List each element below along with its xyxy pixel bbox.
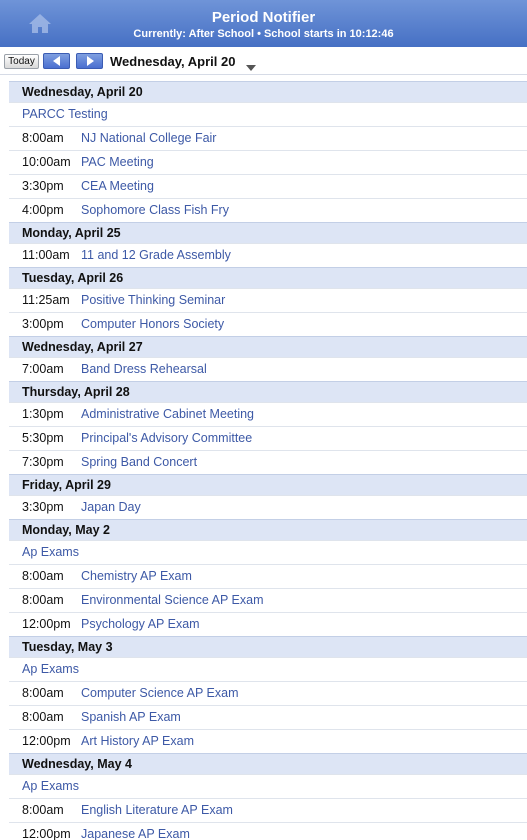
event-row[interactable]: 3:30pm CEA Meeting — [9, 174, 527, 198]
agenda-list: Wednesday, April 20 PARCC Testing 8:00am NJ… — [9, 81, 527, 840]
event-time: 8:00am — [22, 710, 64, 724]
event-time: 7:30pm — [22, 455, 64, 469]
event-time: 10:00am — [22, 155, 71, 169]
event-title[interactable]: Ap Exams — [22, 545, 79, 559]
day-header: Monday, May 2 — [9, 519, 527, 540]
event-row[interactable]: 12:00pm Art History AP Exam — [9, 729, 527, 753]
event-time: 4:00pm — [22, 203, 64, 217]
event-title[interactable]: Computer Honors Society — [81, 317, 224, 331]
previous-button[interactable] — [43, 53, 70, 69]
event-title[interactable]: Ap Exams — [22, 662, 79, 676]
event-title[interactable]: Ap Exams — [22, 779, 79, 793]
event-title[interactable]: Japan Day — [81, 500, 141, 514]
event-title[interactable]: PAC Meeting — [81, 155, 154, 169]
event-row[interactable]: 8:00am English Literature AP Exam — [9, 798, 527, 822]
event-title[interactable]: Spanish AP Exam — [81, 710, 181, 724]
event-row[interactable]: 11:00am 11 and 12 Grade Assembly — [9, 243, 527, 267]
day-header: Tuesday, April 26 — [9, 267, 527, 288]
event-title[interactable]: Sophomore Class Fish Fry — [81, 203, 229, 217]
event-time: 12:00pm — [22, 734, 71, 748]
event-row[interactable]: 3:30pm Japan Day — [9, 495, 527, 519]
event-time: 3:30pm — [22, 500, 64, 514]
app-title: Period Notifier — [211, 9, 316, 26]
event-row[interactable]: 8:00am Environmental Science AP Exam — [9, 588, 527, 612]
event-row[interactable]: 8:00am Computer Science AP Exam — [9, 681, 527, 705]
event-title[interactable]: CEA Meeting — [81, 179, 154, 193]
event-time: 8:00am — [22, 593, 64, 607]
current-date-label[interactable]: Wednesday, April 20 — [110, 54, 235, 69]
event-row[interactable]: Ap Exams — [9, 540, 527, 564]
event-row[interactable]: 7:30pm Spring Band Concert — [9, 450, 527, 474]
day-header: Wednesday, April 27 — [9, 336, 527, 357]
event-row[interactable]: 7:00am Band Dress Rehearsal — [9, 357, 527, 381]
day-header: Wednesday, April 20 — [9, 81, 527, 102]
event-time: 11:25am — [22, 293, 70, 307]
event-time: 1:30pm — [22, 407, 64, 421]
event-time: 5:30pm — [22, 431, 64, 445]
day-header: Wednesday, May 4 — [9, 753, 527, 774]
triangle-left-icon — [52, 56, 60, 66]
event-title[interactable]: NJ National College Fair — [81, 131, 216, 145]
event-time: 8:00am — [22, 686, 64, 700]
next-button[interactable] — [76, 53, 103, 69]
event-title[interactable]: Principal's Advisory Committee — [81, 431, 252, 445]
calendar-toolbar: Today Wednesday, April 20 — [0, 47, 527, 75]
day-header: Friday, April 29 — [9, 474, 527, 495]
triangle-right-icon — [86, 56, 94, 66]
event-title[interactable]: Japanese AP Exam — [81, 827, 190, 840]
event-row[interactable]: 11:25am Positive Thinking Seminar — [9, 288, 527, 312]
event-time: 3:30pm — [22, 179, 64, 193]
day-header: Tuesday, May 3 — [9, 636, 527, 657]
event-time: 8:00am — [22, 803, 64, 817]
event-title[interactable]: PARCC Testing — [22, 107, 108, 121]
event-time: 12:00pm — [22, 617, 71, 631]
event-row[interactable]: 3:00pm Computer Honors Society — [9, 312, 527, 336]
status-subtitle: Currently: After School • School starts … — [133, 28, 394, 40]
event-row[interactable]: 1:30pm Administrative Cabinet Meeting — [9, 402, 527, 426]
event-title[interactable]: Administrative Cabinet Meeting — [81, 407, 254, 421]
event-title[interactable]: 11 and 12 Grade Assembly — [81, 248, 231, 262]
event-title[interactable]: English Literature AP Exam — [81, 803, 233, 817]
event-row[interactable]: PARCC Testing — [9, 102, 527, 126]
event-title[interactable]: Positive Thinking Seminar — [81, 293, 225, 307]
event-row[interactable]: 5:30pm Principal's Advisory Committee — [9, 426, 527, 450]
event-row[interactable]: 8:00am Spanish AP Exam — [9, 705, 527, 729]
event-time: 12:00pm — [22, 827, 71, 840]
event-row[interactable]: 10:00am PAC Meeting — [9, 150, 527, 174]
event-row[interactable]: 8:00am Chemistry AP Exam — [9, 564, 527, 588]
event-title[interactable]: Chemistry AP Exam — [81, 569, 192, 583]
event-row[interactable]: 4:00pm Sophomore Class Fish Fry — [9, 198, 527, 222]
event-title[interactable]: Spring Band Concert — [81, 455, 197, 469]
chevron-down-icon[interactable] — [246, 58, 256, 76]
event-title[interactable]: Computer Science AP Exam — [81, 686, 238, 700]
day-header: Thursday, April 28 — [9, 381, 527, 402]
event-row[interactable]: 12:00pm Psychology AP Exam — [9, 612, 527, 636]
event-time: 8:00am — [22, 131, 64, 145]
day-header: Monday, April 25 — [9, 222, 527, 243]
event-time: 3:00pm — [22, 317, 64, 331]
event-row[interactable]: 12:00pm Japanese AP Exam — [9, 822, 527, 840]
event-time: 11:00am — [22, 248, 70, 262]
event-row[interactable]: Ap Exams — [9, 657, 527, 681]
event-title[interactable]: Psychology AP Exam — [81, 617, 200, 631]
event-time: 8:00am — [22, 569, 64, 583]
event-title[interactable]: Art History AP Exam — [81, 734, 194, 748]
app-header: Period Notifier Currently: After School … — [0, 0, 527, 47]
event-title[interactable]: Band Dress Rehearsal — [81, 362, 207, 376]
event-row[interactable]: Ap Exams — [9, 774, 527, 798]
event-title[interactable]: Environmental Science AP Exam — [81, 593, 264, 607]
event-row[interactable]: 8:00am NJ National College Fair — [9, 126, 527, 150]
today-button[interactable]: Today — [4, 54, 39, 69]
event-time: 7:00am — [22, 362, 64, 376]
